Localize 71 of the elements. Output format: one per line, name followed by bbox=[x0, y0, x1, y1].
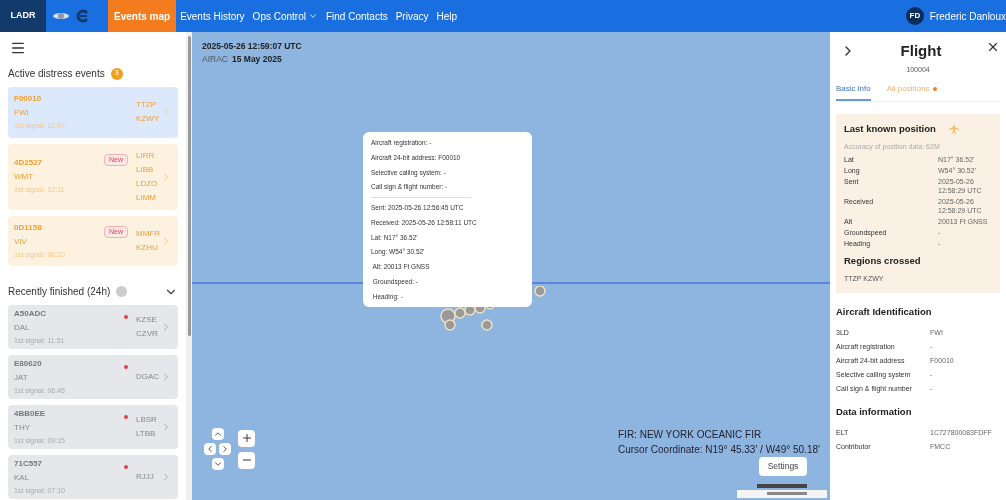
zoom-out-button[interactable] bbox=[238, 451, 255, 469]
event-operator: WMT bbox=[14, 171, 35, 184]
region-code: MMFR bbox=[136, 227, 160, 240]
cursor-coordinate: Cursor Coordinate: N19° 45.33' / W49° 50.18' bbox=[618, 443, 820, 457]
pan-left-button[interactable] bbox=[204, 443, 216, 455]
section-title: Data information bbox=[836, 404, 913, 419]
pan-up-button[interactable] bbox=[211, 428, 224, 440]
fir-label: FIR: NEW YORK OCEANIC FIR bbox=[618, 428, 763, 442]
event-operator: VIV bbox=[14, 235, 28, 248]
event-operator: KAL bbox=[14, 471, 31, 484]
event-id: E80620 bbox=[14, 357, 43, 370]
region-code: RJJJ bbox=[136, 471, 155, 483]
user-name[interactable]: Frederic Danloux bbox=[929, 8, 1006, 24]
nav-tab[interactable]: Events History bbox=[176, 0, 249, 32]
nav-tab[interactable]: Help bbox=[432, 0, 462, 32]
section-title: Active distress events bbox=[8, 67, 105, 81]
scale-bar-icon bbox=[737, 482, 827, 498]
card-title: Regions crossed bbox=[844, 253, 922, 268]
event-id: A50ADC bbox=[14, 307, 47, 320]
wings-logo-icon bbox=[52, 11, 70, 21]
panel-title: Flight bbox=[899, 41, 943, 61]
nav-tab[interactable]: Privacy bbox=[391, 0, 433, 32]
pan-right-button[interactable] bbox=[219, 443, 231, 455]
menu-icon[interactable] bbox=[10, 40, 26, 56]
section-title: Aircraft Identification bbox=[836, 304, 933, 319]
event-id: 4BB0EE bbox=[14, 407, 47, 420]
region-code: LIRR bbox=[136, 149, 156, 162]
plane-icon bbox=[947, 123, 960, 136]
region-code: LDZO bbox=[136, 177, 159, 190]
card-title: Last known position bbox=[844, 122, 936, 136]
panel-tab[interactable]: Basic info bbox=[836, 83, 871, 101]
event-id: 71C557 bbox=[14, 457, 44, 470]
brand-logo[interactable]: LADR bbox=[0, 0, 46, 32]
event-operator: JAT bbox=[14, 371, 29, 384]
nav-tab[interactable]: Find Contacts bbox=[321, 0, 392, 32]
chevron-down-icon bbox=[212, 459, 223, 469]
plus-icon bbox=[240, 432, 253, 444]
region-code: LBSR bbox=[136, 414, 158, 426]
event-id: 4D2527 bbox=[14, 157, 44, 170]
section-title: Recently finished (24h) bbox=[8, 285, 111, 299]
settings-button[interactable]: Settings bbox=[759, 457, 807, 476]
scrollbar[interactable] bbox=[186, 32, 192, 500]
map[interactable] bbox=[192, 32, 830, 500]
region-code: KZSE bbox=[136, 314, 158, 326]
pan-down-button[interactable] bbox=[211, 458, 224, 470]
nav-tab[interactable]: Ops Control bbox=[248, 0, 322, 32]
chevron-left-icon bbox=[205, 444, 215, 454]
event-operator: FWI bbox=[14, 107, 30, 119]
zoom-in-button[interactable] bbox=[238, 429, 255, 447]
swirl-logo-icon bbox=[76, 9, 90, 23]
event-operator: THY bbox=[14, 421, 31, 434]
chevron-up-icon bbox=[212, 429, 223, 439]
close-icon[interactable] bbox=[986, 40, 1000, 54]
nav-tab[interactable]: Events map bbox=[108, 0, 177, 32]
region-code: DGAC bbox=[136, 371, 160, 383]
region-code: LTBB bbox=[136, 428, 157, 440]
region-code: KZHU bbox=[136, 241, 159, 254]
event-id: F00010 bbox=[14, 93, 43, 105]
airac-label: AIRAC bbox=[202, 52, 228, 66]
region-code: LIBB bbox=[136, 163, 155, 176]
event-operator: DAL bbox=[14, 321, 31, 334]
user-avatar[interactable]: FD bbox=[905, 7, 924, 25]
airac-date: 15 May 2025 bbox=[232, 52, 282, 66]
region-code: CZVR bbox=[136, 328, 159, 340]
chevron-right-icon bbox=[220, 444, 230, 454]
region-code: KZWY bbox=[136, 113, 160, 126]
region-code: TTZP bbox=[136, 99, 157, 112]
region-code: LIMM bbox=[136, 191, 157, 204]
event-id: 0D1158 bbox=[14, 221, 43, 234]
map-timestamp: 2025-05-26 12:59:07 UTC bbox=[202, 40, 302, 53]
count-badge-icon bbox=[116, 286, 128, 297]
